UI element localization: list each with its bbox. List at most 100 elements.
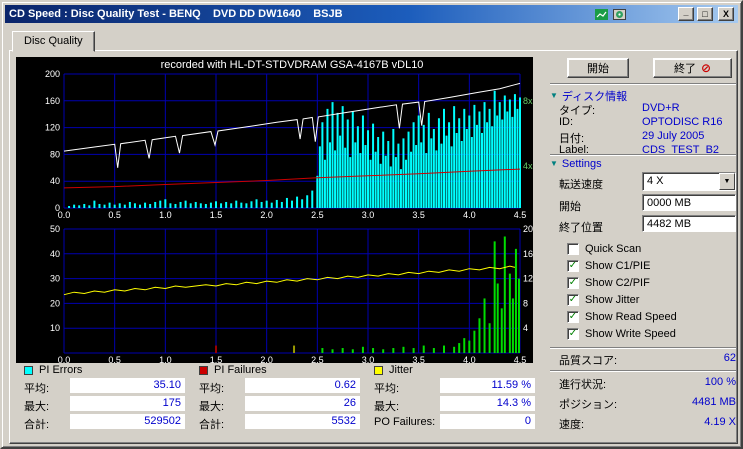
transfer-speed-value: 4 X — [647, 175, 664, 187]
progress-value: 100 % — [704, 376, 736, 388]
svg-text:50: 50 — [50, 224, 60, 234]
speed-value: 4.19 X — [704, 416, 736, 428]
checkbox-icon: ✓ — [567, 259, 579, 272]
titlebar-controls: _ □ X — [594, 7, 734, 21]
svg-text:4.0: 4.0 — [463, 210, 476, 220]
svg-text:16: 16 — [523, 249, 533, 259]
svg-text:0.5: 0.5 — [108, 210, 121, 220]
disc-id-value: OPTODISC R16 — [642, 116, 723, 128]
svg-text:0.5: 0.5 — [108, 355, 121, 363]
section-arrow-icon: ▼ — [550, 159, 558, 168]
position-label: ポジション: — [559, 399, 618, 411]
svg-text:1.5: 1.5 — [210, 210, 223, 220]
svg-text:4x: 4x — [523, 161, 533, 171]
end-position-label: 終了位置 — [559, 222, 603, 234]
jitter-swatch — [374, 365, 383, 375]
transfer-speed-select[interactable]: 4 X ▼ — [642, 172, 736, 191]
svg-text:160: 160 — [45, 96, 60, 106]
no-entry-icon: ⊘ — [700, 61, 712, 75]
end-position-input[interactable]: 4482 MB — [642, 215, 736, 232]
svg-text:20: 20 — [50, 298, 60, 308]
svg-text:12: 12 — [523, 274, 533, 284]
tab-disc-quality[interactable]: Disc Quality — [12, 31, 95, 52]
pi-failures-swatch — [199, 365, 208, 375]
minimize-button[interactable]: _ — [678, 7, 694, 21]
titlebar[interactable]: CD Speed : Disc Quality Test - BENQ DVD … — [5, 5, 738, 23]
svg-text:10: 10 — [50, 323, 60, 333]
window-title: CD Speed : Disc Quality Test - BENQ DVD … — [9, 8, 343, 20]
svg-text:40: 40 — [50, 249, 60, 259]
svg-text:2.5: 2.5 — [311, 210, 324, 220]
svg-text:2.5: 2.5 — [311, 355, 324, 363]
disc-id-label: ID: — [559, 116, 574, 128]
stat-value: 11.59 % — [440, 378, 535, 393]
chart-icon[interactable] — [594, 8, 609, 21]
svg-text:2.0: 2.0 — [260, 355, 273, 363]
stat-label: 合計: — [199, 419, 225, 431]
separator — [550, 347, 736, 349]
svg-text:4.0: 4.0 — [463, 355, 476, 363]
start-button[interactable]: 開始 — [567, 58, 629, 78]
stat-label: 合計: — [24, 419, 50, 431]
svg-text:0: 0 — [55, 203, 60, 213]
exit-button[interactable]: 終了 ⊘ — [653, 58, 732, 78]
stat-value: 26 — [245, 396, 360, 411]
stat-value: 35.10 — [70, 378, 185, 393]
stat-label: 平均: — [24, 383, 50, 395]
chevron-down-icon[interactable]: ▼ — [719, 173, 735, 190]
checkbox-quick-scan[interactable]: Quick Scan — [567, 242, 641, 255]
svg-text:20: 20 — [523, 224, 533, 234]
checkbox-icon: ✓ — [567, 293, 579, 306]
position-value: 4481 MB — [691, 396, 736, 408]
svg-text:30: 30 — [50, 274, 60, 284]
disc-date-value: 29 July 2005 — [642, 130, 705, 142]
stat-label: 最大: — [374, 401, 400, 413]
checkbox-icon — [567, 242, 579, 255]
app-window: CD Speed : Disc Quality Test - BENQ DVD … — [0, 0, 743, 449]
svg-text:80: 80 — [50, 149, 60, 159]
svg-text:4.5: 4.5 — [514, 210, 527, 220]
disc-icon[interactable] — [612, 8, 627, 21]
stat-label: PO Failures: — [374, 416, 436, 428]
close-button[interactable]: X — [718, 7, 734, 21]
section-arrow-icon: ▼ — [550, 91, 558, 100]
settings-header: ▼ Settings — [550, 158, 602, 170]
checkbox-icon: ✓ — [567, 310, 579, 323]
disc-type-value: DVD+R — [642, 102, 680, 114]
svg-text:1.5: 1.5 — [210, 355, 223, 363]
svg-text:40: 40 — [50, 176, 60, 186]
svg-text:recorded with HL-DT-STDVDRAM G: recorded with HL-DT-STDVDRAM GSA-4167B v… — [161, 59, 424, 71]
svg-text:200: 200 — [45, 69, 60, 79]
tab-page: 0.0 0.5 1.0 1.5 2.0 2.5 3.0 3.5 4.0 4.5 0 40 80 120 16… — [9, 50, 738, 444]
checkbox-icon: ✓ — [567, 276, 579, 289]
checkbox-show-read-speed[interactable]: ✓ Show Read Speed — [567, 310, 677, 323]
svg-text:3.5: 3.5 — [412, 210, 425, 220]
stat-label: 平均: — [199, 383, 225, 395]
stat-label: 平均: — [374, 383, 400, 395]
separator — [550, 370, 736, 372]
checkbox-icon: ✓ — [567, 327, 579, 340]
svg-text:8: 8 — [523, 298, 528, 308]
stat-value: 14.3 % — [440, 396, 535, 411]
stat-value: 5532 — [245, 414, 360, 429]
legend-pi-failures: PI Failures — [199, 364, 267, 376]
checkbox-show-write-speed[interactable]: ✓ Show Write Speed — [567, 327, 676, 340]
checkbox-show-c1-pie[interactable]: ✓ Show C1/PIE — [567, 259, 650, 272]
legend-jitter: Jitter — [374, 364, 413, 376]
svg-text:4.5: 4.5 — [514, 355, 527, 363]
start-position-input[interactable]: 0000 MB — [642, 194, 736, 211]
maximize-button[interactable]: □ — [697, 7, 713, 21]
stat-value: 175 — [70, 396, 185, 411]
checkbox-show-c2-pif[interactable]: ✓ Show C2/PIF — [567, 276, 650, 289]
start-position-label: 開始 — [559, 201, 581, 213]
chart-panel: 0.0 0.5 1.0 1.5 2.0 2.5 3.0 3.5 4.0 4.5 0 40 80 120 16… — [16, 57, 533, 363]
svg-text:0.0: 0.0 — [58, 355, 71, 363]
svg-text:1.0: 1.0 — [159, 210, 172, 220]
svg-text:120: 120 — [45, 123, 60, 133]
pi-errors-swatch — [24, 365, 33, 375]
quality-score-label: 品質スコア: — [559, 355, 618, 367]
separator — [550, 83, 736, 85]
legend-pi-errors: PI Errors — [24, 364, 82, 376]
svg-text:3.0: 3.0 — [362, 355, 375, 363]
checkbox-show-jitter[interactable]: ✓ Show Jitter — [567, 293, 639, 306]
